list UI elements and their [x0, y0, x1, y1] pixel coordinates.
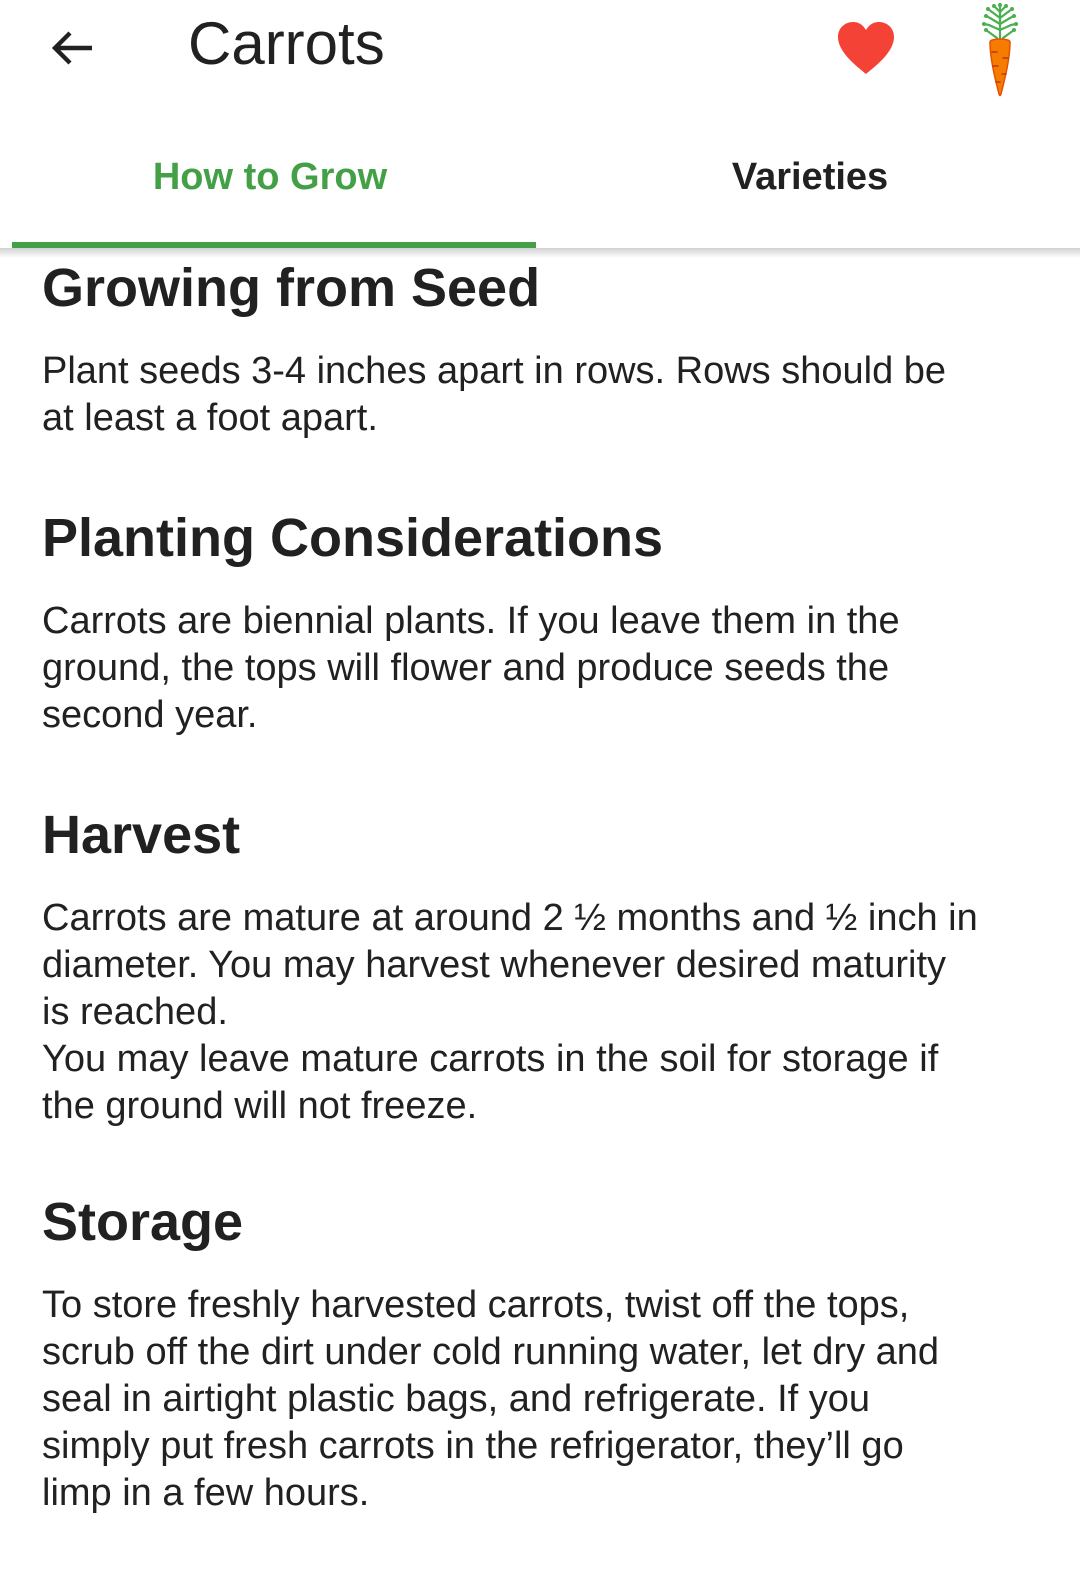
tab-label: Varieties — [731, 155, 889, 198]
tab-label: How to Grow — [152, 155, 388, 198]
back-button[interactable] — [32, 14, 112, 86]
section-heading: Planting Considerations — [42, 508, 664, 568]
favorite-button[interactable] — [826, 10, 906, 90]
page-title: Carrots — [188, 10, 385, 77]
tab-how-to-grow[interactable]: How to Grow — [0, 110, 540, 248]
section-harvest: Harvest Carrots are mature at around 2 ½… — [42, 797, 1042, 1130]
app-bar: Carrots — [0, 0, 1080, 110]
section-body: To store freshly harvested carrots, twis… — [42, 1284, 940, 1514]
carrot-icon — [968, 2, 1032, 98]
section-body: Carrots are biennial plants. If you leav… — [42, 600, 900, 736]
content-scroll-area[interactable]: Growing from Seed Plant seeds 3-4 inches… — [42, 250, 1042, 1517]
section-body: Plant seeds 3-4 inches apart in rows. Ro… — [42, 350, 947, 439]
section-heading: Growing from Seed — [42, 258, 541, 318]
section-storage: Storage To store freshly harvested carro… — [42, 1184, 1042, 1517]
section-planting-considerations: Planting Considerations Carrots are bien… — [42, 500, 1042, 739]
tab-bar: How to Grow Varieties — [0, 110, 1080, 248]
heart-icon — [836, 20, 896, 81]
tab-varieties[interactable]: Varieties — [540, 110, 1080, 248]
arrow-left-icon — [48, 24, 96, 77]
section-heading: Storage — [42, 1192, 244, 1252]
section-body: Carrots are mature at around 2 ½ months … — [42, 897, 978, 1127]
section-heading: Harvest — [42, 805, 241, 865]
section-growing-from-seed: Growing from Seed Plant seeds 3-4 inches… — [42, 250, 1042, 442]
